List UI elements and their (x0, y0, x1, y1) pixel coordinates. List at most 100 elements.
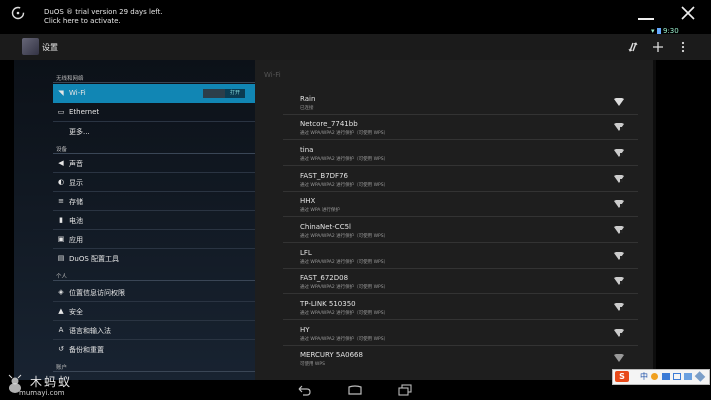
watermark-brand: 木蚂蚁 (30, 375, 73, 389)
wifi-panel-header: Wi-Fi (264, 71, 281, 79)
wifi-signal-icon (614, 149, 624, 157)
section-wireless: 无线和网络 (56, 76, 84, 82)
sogou-ime-icon[interactable]: S (615, 371, 629, 382)
sidebar-item-label: 电池 (69, 217, 83, 225)
plus-icon[interactable] (651, 40, 665, 54)
sidebar-item-battery[interactable]: ▮ 电池 (53, 211, 255, 230)
wifi-signal-icon (614, 354, 624, 362)
network-status: 通过 WPA/WPA2 进行保护（可使用 WPS） (300, 157, 389, 162)
ime-language-label[interactable]: 中 (640, 371, 648, 382)
battery-icon: ▮ (59, 216, 63, 224)
sidebar-item-label: 更多... (69, 128, 90, 136)
wifi-signal-icon (614, 200, 624, 208)
sidebar-item-label: 显示 (69, 179, 83, 187)
overflow-icon[interactable] (678, 40, 688, 54)
sidebar-item-label: 存储 (69, 198, 83, 206)
section-device: 设备 (56, 147, 68, 153)
location-icon: ◈ (58, 288, 64, 296)
sidebar-item-label: 声音 (69, 160, 83, 168)
section-divider (53, 82, 255, 83)
network-status: 通过 WPA/WPA2 进行保护（可使用 WPS） (300, 183, 389, 188)
sidebar-item-backup[interactable]: ↺ 备份和重置 (53, 340, 255, 359)
wifi-signal-icon (614, 303, 624, 311)
network-status: 已连接 (300, 106, 314, 111)
sidebar-item-label: 位置信息访问权限 (69, 289, 125, 297)
wifi-network-row[interactable]: tina 通过 WPA/WPA2 进行保护（可使用 WPS） (283, 141, 638, 166)
network-status: 通过 WPA/WPA2 进行保护（可使用 WPS） (300, 131, 389, 136)
sidebar-item-storage[interactable]: ≡ 存储 (53, 192, 255, 211)
network-name: FAST_B7DF76 (300, 172, 348, 180)
trial-line-2: Click here to activate. (44, 17, 121, 25)
back-icon[interactable] (296, 384, 312, 396)
home-icon[interactable] (347, 384, 363, 396)
soft-keyboard-icon[interactable] (662, 373, 670, 380)
settings-app-icon[interactable] (22, 38, 39, 55)
section-accounts: 账户 (56, 365, 68, 371)
wifi-network-row[interactable]: HHX 通过 WPA 进行保护 (283, 192, 638, 217)
ethernet-icon: ▭ (57, 108, 65, 116)
sidebar-item-duos-config[interactable]: ▤ DuOS 配置工具 (53, 249, 255, 268)
network-name: Rain (300, 95, 316, 103)
action-bar (0, 34, 711, 60)
sidebar-item-sound[interactable]: ◀ 声音 (53, 154, 255, 173)
network-status: 通过 WPA/WPA2 进行保护（可使用 WPS） (300, 311, 389, 316)
wifi-network-row[interactable]: FAST_672D08 通过 WPA/WPA2 进行保护（可使用 WPS） (283, 269, 638, 294)
sidebar-item-security[interactable]: ▲ 安全 (53, 302, 255, 321)
config-tool-icon: ▤ (57, 254, 65, 262)
refresh-icon[interactable] (10, 5, 26, 21)
sidebar-item-apps[interactable]: ▣ 应用 (53, 230, 255, 249)
wifi-network-row[interactable]: LFL 通过 WPA/WPA2 进行保护（可使用 WPS） (283, 244, 638, 269)
wifi-list-scrollbar[interactable] (653, 60, 656, 380)
sidebar-item-wifi[interactable]: ◥ Wi-Fi 打开 (53, 84, 255, 103)
wifi-icon: ◥ (58, 89, 64, 97)
wifi-network-row[interactable]: FAST_B7DF76 通过 WPA/WPA2 进行保护（可使用 WPS） (283, 167, 638, 192)
sidebar-item-language[interactable]: A 语言和输入法 (53, 321, 255, 340)
punctuation-icon[interactable] (651, 373, 658, 380)
storage-icon: ≡ (58, 197, 64, 205)
trial-notice[interactable]: DuOS ® trial version 29 days left. Click… (44, 8, 163, 26)
language-icon: A (58, 326, 64, 334)
minimize-icon[interactable] (636, 8, 656, 22)
input-method-toolbar[interactable]: S 中 (612, 369, 710, 385)
wifi-network-row[interactable]: Rain 已连接 (283, 90, 638, 115)
wifi-network-row[interactable]: HY 通过 WPA/WPA2 进行保护（可使用 WPS） (283, 321, 638, 346)
wifi-network-row[interactable]: Netcore_7741bb 通过 WPA/WPA2 进行保护（可使用 WPS） (283, 115, 638, 140)
network-name: ChinaNet-CC5l (300, 223, 351, 231)
network-name: TP-LINK 510350 (300, 300, 356, 308)
backup-icon: ↺ (58, 345, 64, 353)
watermark-url: mumayi.com (19, 389, 65, 397)
sync-icon[interactable] (626, 40, 640, 54)
sidebar-item-location[interactable]: ◈ 位置信息访问权限 (53, 283, 255, 302)
section-divider (53, 280, 255, 281)
network-name: Netcore_7741bb (300, 120, 358, 128)
network-name: HY (300, 326, 310, 334)
app-title: 设置 (42, 43, 58, 52)
wifi-toggle[interactable]: 打开 (203, 89, 245, 98)
tools-icon[interactable] (684, 373, 692, 380)
mumayi-watermark: 木蚂蚁 mumayi.com (4, 372, 94, 398)
sidebar-item-label: 应用 (69, 236, 83, 244)
wifi-signal-icon (614, 329, 624, 337)
close-icon[interactable] (679, 4, 697, 22)
network-status: 可使用 WPS (300, 362, 325, 367)
display-icon: ◐ (57, 178, 65, 186)
sidebar-item-label: Ethernet (69, 108, 100, 116)
wifi-signal-icon (614, 175, 624, 183)
skin-icon[interactable] (673, 373, 681, 380)
settings-wrench-icon[interactable] (694, 371, 706, 382)
wifi-network-row[interactable]: TP-LINK 510350 通过 WPA/WPA2 进行保护（可使用 WPS） (283, 295, 638, 320)
sidebar-item-label: DuOS 配置工具 (69, 255, 120, 263)
sidebar-item-display[interactable]: ◐ 显示 (53, 173, 255, 192)
settings-sidebar: 无线和网络 ◥ Wi-Fi 打开 ▭ Ethernet 更多... 设备 ◀ 声… (14, 60, 255, 380)
sidebar-item-label: Wi-Fi (69, 89, 86, 97)
wifi-toggle-state: 打开 (225, 89, 245, 98)
network-name: MERCURY 5A0668 (300, 351, 363, 359)
network-status: 通过 WPA 进行保护 (300, 208, 340, 213)
wifi-network-row[interactable]: MERCURY 5A0668 可使用 WPS (283, 346, 638, 371)
network-status: 通过 WPA/WPA2 进行保护（可使用 WPS） (300, 337, 389, 342)
wifi-network-row[interactable]: ChinaNet-CC5l 通过 WPA/WPA2 进行保护（可使用 WPS） (283, 218, 638, 243)
recent-apps-icon[interactable] (397, 384, 413, 396)
sidebar-item-ethernet[interactable]: ▭ Ethernet (53, 103, 255, 122)
sidebar-item-more[interactable]: 更多... (53, 122, 255, 141)
trial-line-1: DuOS ® trial version 29 days left. (44, 8, 163, 16)
